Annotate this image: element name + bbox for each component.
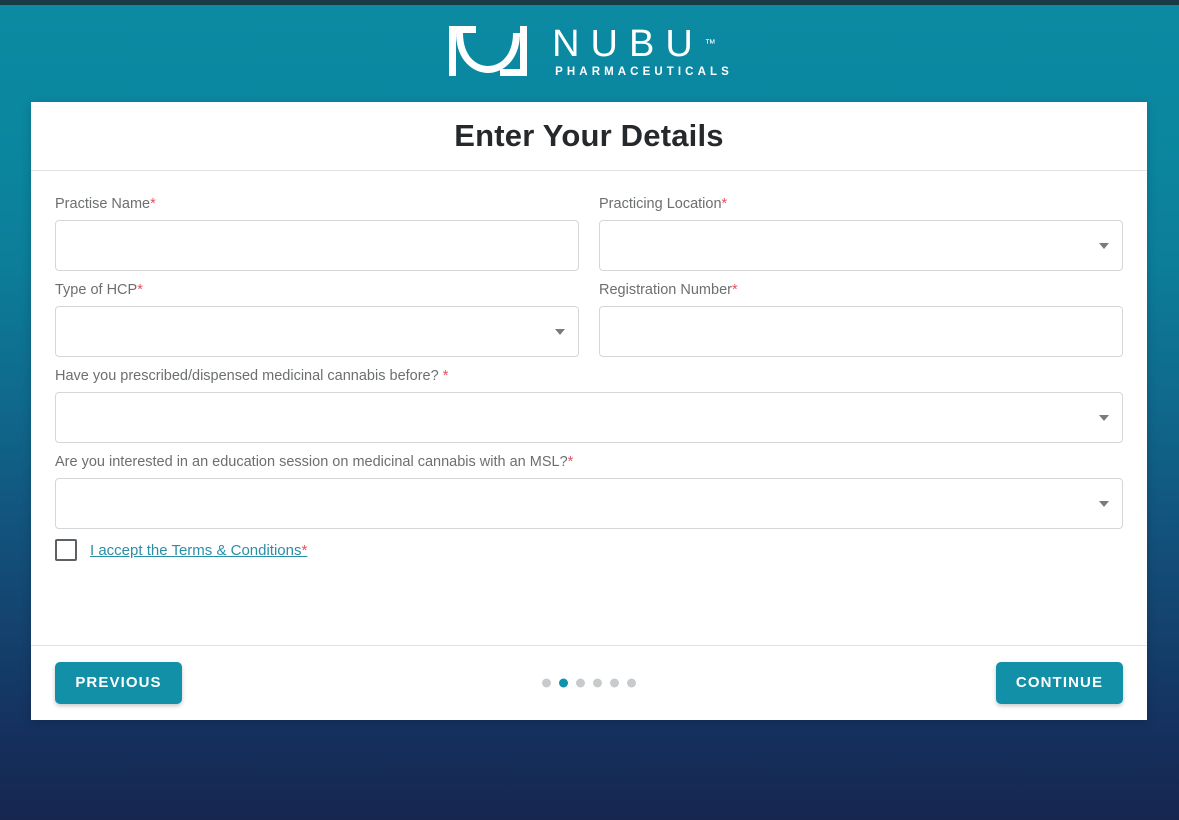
required-asterisk: *	[442, 368, 449, 384]
brand-name: NUBU ™	[552, 22, 716, 65]
label-type-of-hcp: Type of HCP*	[55, 281, 579, 299]
page-title: Enter Your Details	[454, 118, 724, 153]
chevron-down-icon	[1099, 242, 1109, 249]
page-background: NUBU ™ PHARMACEUTICALS Enter Your Detail…	[0, 0, 1179, 820]
field-prescribed-cannabis-before: Have you prescribed/dispensed medicinal …	[55, 367, 1123, 443]
label-text: Are you interested in an education sessi…	[55, 454, 568, 470]
practise-name-input[interactable]	[56, 221, 578, 270]
label-text: Registration Number	[599, 282, 732, 298]
input-wrapper-practise-name[interactable]	[55, 220, 579, 271]
label-practicing-location: Practicing Location*	[599, 195, 1123, 213]
trademark-symbol: ™	[704, 37, 716, 50]
form-row-1: Practise Name* Practicing Location*	[55, 195, 1123, 281]
brand-logo: NUBU ™ PHARMACEUTICALS	[0, 18, 1179, 84]
field-practise-name: Practise Name*	[55, 195, 579, 271]
step-dot-6[interactable]	[627, 678, 636, 687]
label-prescribed-cannabis-before: Have you prescribed/dispensed medicinal …	[55, 367, 1123, 385]
practicing-location-select[interactable]	[599, 220, 1123, 271]
input-wrapper-registration-number[interactable]	[599, 306, 1123, 357]
prescribed-cannabis-before-select[interactable]	[55, 392, 1123, 443]
terms-and-conditions-link[interactable]: I accept the Terms & Conditions*	[90, 542, 307, 559]
field-type-of-hcp: Type of HCP*	[55, 281, 579, 357]
label-education-session-msl: Are you interested in an education sessi…	[55, 453, 1123, 471]
chevron-down-icon	[1099, 500, 1109, 507]
previous-button[interactable]: PREVIOUS	[55, 661, 182, 704]
required-asterisk: *	[731, 282, 738, 298]
nubu-logo-mark-icon	[449, 26, 528, 76]
field-education-session-msl: Are you interested in an education sessi…	[55, 453, 1123, 529]
details-form-card: Enter Your Details Practise Name* Practi…	[31, 102, 1147, 720]
required-asterisk: *	[137, 282, 143, 298]
step-dot-2[interactable]	[559, 678, 568, 687]
terms-and-conditions-row: I accept the Terms & Conditions*	[55, 539, 1123, 561]
step-dot-3[interactable]	[576, 678, 585, 687]
label-practise-name: Practise Name*	[55, 195, 579, 213]
step-indicator	[31, 678, 1147, 687]
label-text: Practicing Location	[599, 196, 722, 212]
required-asterisk: *	[567, 454, 574, 470]
chevron-down-icon	[1099, 414, 1109, 421]
terms-link-text: I accept the Terms & Conditions	[90, 541, 302, 559]
required-asterisk: *	[301, 541, 308, 559]
browser-top-strip	[0, 0, 1179, 5]
label-text: Practise Name	[55, 196, 151, 212]
card-footer: PREVIOUS CONTINUE	[31, 645, 1147, 719]
chevron-down-icon	[555, 328, 565, 335]
field-practicing-location: Practicing Location*	[599, 195, 1123, 271]
card-header: Enter Your Details	[31, 102, 1147, 171]
brand-subtitle: PHARMACEUTICALS	[555, 65, 733, 78]
required-asterisk: *	[150, 196, 156, 212]
step-dot-1[interactable]	[542, 678, 551, 687]
education-session-msl-select[interactable]	[55, 478, 1123, 529]
required-asterisk: *	[721, 196, 728, 212]
step-dot-4[interactable]	[593, 678, 602, 687]
form-row-2: Type of HCP* Registration Number*	[55, 281, 1123, 367]
label-registration-number: Registration Number*	[599, 281, 1123, 299]
form-body: Practise Name* Practicing Location* Type…	[31, 171, 1147, 645]
continue-button[interactable]: CONTINUE	[996, 661, 1123, 704]
field-registration-number: Registration Number*	[599, 281, 1123, 357]
brand-name-text: NUBU	[552, 22, 704, 65]
type-of-hcp-select[interactable]	[55, 306, 579, 357]
brand-wordmark: NUBU ™ PHARMACEUTICALS	[552, 24, 733, 79]
label-text: Type of HCP	[55, 282, 138, 298]
label-text: Have you prescribed/dispensed medicinal …	[55, 368, 443, 384]
terms-checkbox[interactable]	[55, 539, 77, 561]
step-dot-5[interactable]	[610, 678, 619, 687]
registration-number-input[interactable]	[600, 307, 1122, 356]
